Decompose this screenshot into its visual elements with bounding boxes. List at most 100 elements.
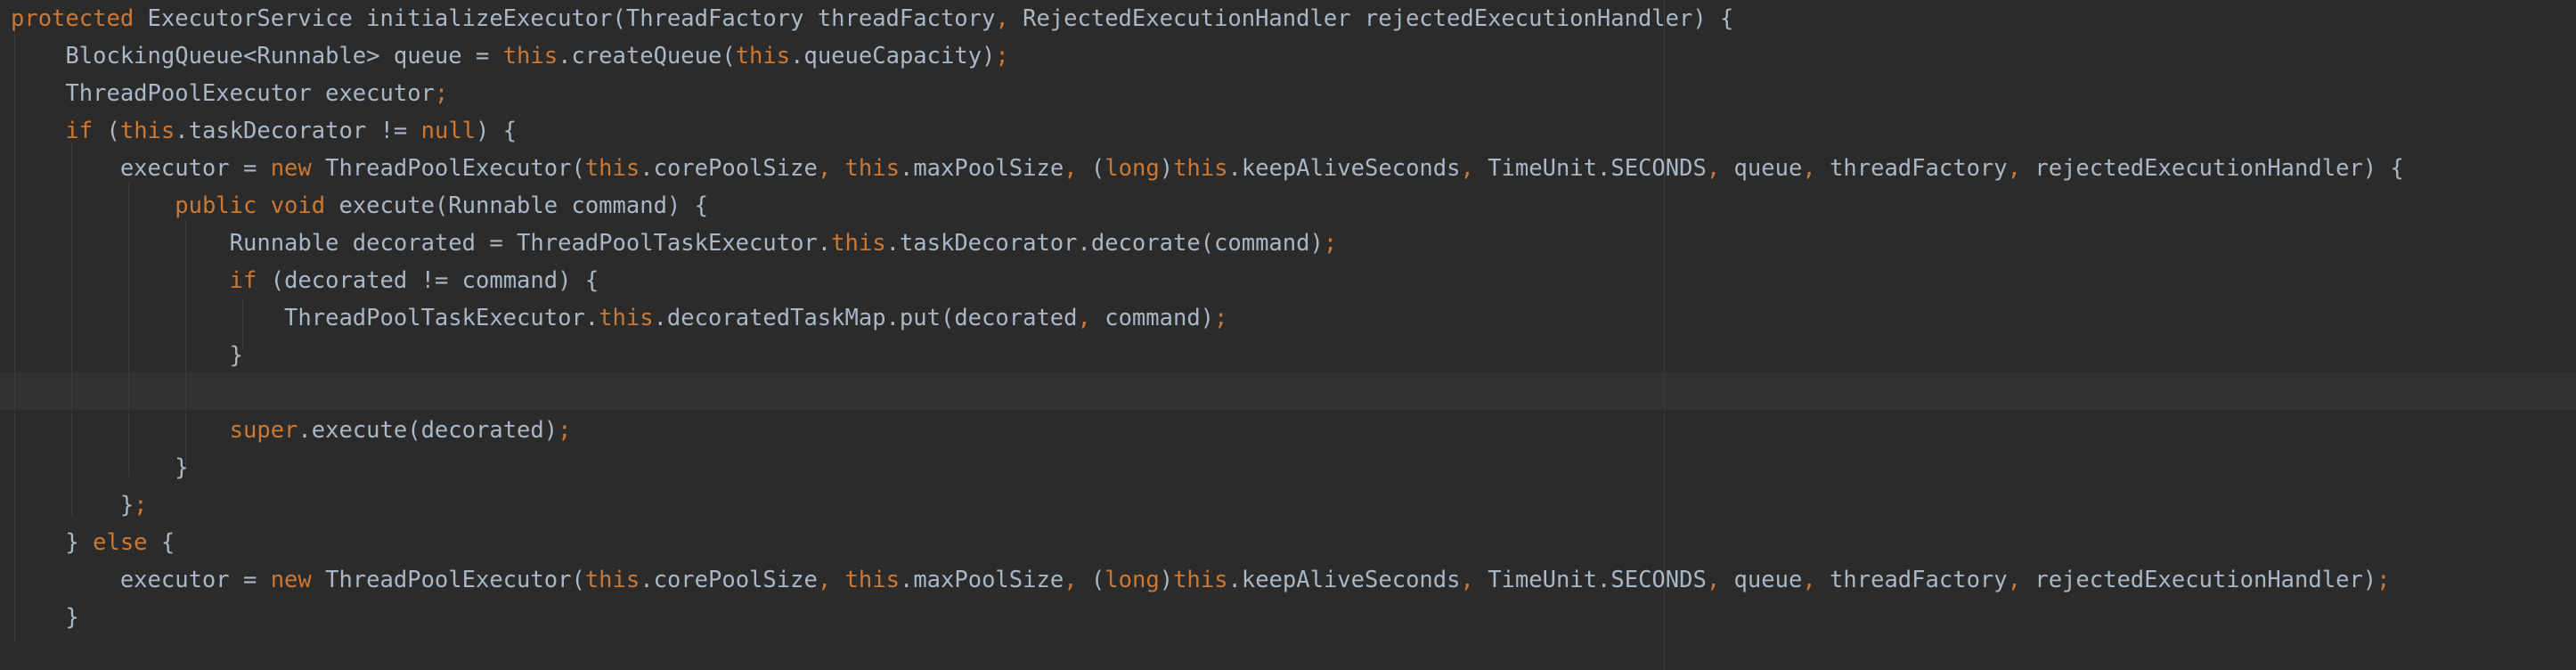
code-token: execute(Runnable command) { xyxy=(325,192,708,219)
code-keyword-token: public void xyxy=(175,192,326,219)
code-keyword-token: , xyxy=(1064,155,1078,182)
code-keyword-token: this xyxy=(119,118,175,144)
code-token: ThreadPoolExecutor( xyxy=(311,155,585,182)
code-token: threadFactory xyxy=(1815,155,2008,182)
code-token: ThreadPoolExecutor executor xyxy=(11,80,435,107)
code-keyword-token: ; xyxy=(558,417,572,444)
code-line[interactable]: } xyxy=(11,449,189,486)
code-token: TimeUnit.SECONDS xyxy=(1473,155,1707,182)
code-keyword-token: this xyxy=(735,43,791,69)
code-token: ExecutorService initializeExecutor(Threa… xyxy=(134,5,996,32)
code-keyword-token: if xyxy=(65,118,94,144)
code-line[interactable]: public void execute(Runnable command) { xyxy=(11,187,708,225)
code-keyword-token: , xyxy=(817,567,832,593)
code-line[interactable]: } xyxy=(11,599,79,636)
code-token: ) { xyxy=(476,118,518,144)
code-keyword-token: super xyxy=(229,417,298,444)
code-keyword-token: , xyxy=(1064,567,1078,593)
code-keyword-token: ; xyxy=(134,492,148,519)
code-keyword-token: this xyxy=(844,155,900,182)
code-token: queue xyxy=(1720,567,1803,593)
code-token: Runnable decorated = ThreadPoolTaskExecu… xyxy=(11,230,832,257)
code-token: ) xyxy=(1159,155,1174,182)
code-keyword-token: , xyxy=(817,155,832,182)
code-token: .keepAliveSeconds xyxy=(1227,155,1461,182)
code-keyword-token: if xyxy=(229,267,257,294)
code-token: ) xyxy=(1159,567,1174,593)
code-line[interactable]: } else { xyxy=(11,524,175,561)
code-line[interactable]: if (this.taskDecorator != null) { xyxy=(11,112,517,150)
code-token: .keepAliveSeconds xyxy=(1227,567,1461,593)
code-token: ThreadPoolTaskExecutor. xyxy=(11,305,599,331)
code-token: command) xyxy=(1090,305,1215,331)
code-keyword-token: , xyxy=(1802,567,1816,593)
current-line-highlight xyxy=(0,372,2576,410)
code-keyword-token: , xyxy=(1706,567,1721,593)
code-token: } xyxy=(11,342,243,369)
code-keyword-token: this xyxy=(831,230,886,257)
code-keyword-token: this xyxy=(844,567,900,593)
code-keyword-token: new xyxy=(270,567,312,593)
code-token: threadFactory xyxy=(1815,567,2008,593)
code-keyword-token: , xyxy=(1460,567,1474,593)
code-token: .corePoolSize xyxy=(640,567,818,593)
code-token: BlockingQueue<Runnable> queue = xyxy=(11,43,503,69)
code-token: executor = xyxy=(11,155,271,182)
code-line[interactable]: BlockingQueue<Runnable> queue = this.cre… xyxy=(11,37,1009,75)
code-token: rejectedExecutionHandler) { xyxy=(2020,155,2404,182)
code-line[interactable]: ThreadPoolTaskExecutor.this.decoratedTas… xyxy=(11,299,1227,337)
code-token: queue xyxy=(1720,155,1803,182)
code-keyword-token: this xyxy=(584,155,640,182)
code-line[interactable]: super.execute(decorated); xyxy=(11,412,572,449)
code-keyword-token: , xyxy=(995,5,1009,32)
code-token: ( xyxy=(1077,155,1105,182)
code-keyword-token: , xyxy=(2007,155,2021,182)
code-token: ThreadPoolExecutor( xyxy=(311,567,585,593)
code-line[interactable]: executor = new ThreadPoolExecutor(this.c… xyxy=(11,561,2391,599)
code-token: .taskDecorator != xyxy=(175,118,421,144)
code-token: executor = xyxy=(11,567,271,593)
code-keyword-token: else xyxy=(93,529,148,556)
code-line[interactable]: }; xyxy=(11,486,148,524)
code-keyword-token: this xyxy=(1173,567,1228,593)
code-keyword-token: , xyxy=(1077,305,1091,331)
code-keyword-token: this xyxy=(599,305,654,331)
code-keyword-token: this xyxy=(1173,155,1228,182)
code-keyword-token: this xyxy=(584,567,640,593)
code-token: } xyxy=(11,454,189,481)
code-keyword-token: ; xyxy=(2376,567,2391,593)
code-keyword-token: null xyxy=(420,118,477,144)
code-token: .createQueue( xyxy=(558,43,736,69)
code-token: ( xyxy=(1077,567,1105,593)
code-token: .maxPoolSize xyxy=(899,155,1064,182)
code-editor[interactable]: protected ExecutorService initializeExec… xyxy=(0,0,2576,670)
code-line[interactable]: protected ExecutorService initializeExec… xyxy=(11,0,1733,37)
code-keyword-token: , xyxy=(1460,155,1474,182)
code-token: .queueCapacity) xyxy=(790,43,996,69)
code-keyword-token: , xyxy=(1802,155,1816,182)
code-token: } xyxy=(11,529,94,556)
code-keyword-token: ; xyxy=(995,43,1009,69)
code-token: .taskDecorator.decorate(command) xyxy=(885,230,1324,257)
code-token: TimeUnit.SECONDS xyxy=(1473,567,1707,593)
code-token: ( xyxy=(93,118,120,144)
code-token: .decoratedTaskMap.put(decorated xyxy=(653,305,1078,331)
code-line[interactable]: executor = new ThreadPoolExecutor(this.c… xyxy=(11,150,2404,187)
code-line[interactable]: Runnable decorated = ThreadPoolTaskExecu… xyxy=(11,225,1338,262)
code-line[interactable]: } xyxy=(11,337,243,374)
code-token: } xyxy=(11,492,135,519)
code-keyword-token: long xyxy=(1105,567,1160,593)
code-keyword-token: ; xyxy=(434,80,449,107)
code-line[interactable]: if (decorated != command) { xyxy=(11,262,599,299)
code-token: } xyxy=(11,604,79,631)
code-keyword-token: , xyxy=(1706,155,1721,182)
code-token: .execute(decorated) xyxy=(298,417,558,444)
code-keyword-token: long xyxy=(1105,155,1160,182)
code-line[interactable]: ThreadPoolExecutor executor; xyxy=(11,75,448,112)
